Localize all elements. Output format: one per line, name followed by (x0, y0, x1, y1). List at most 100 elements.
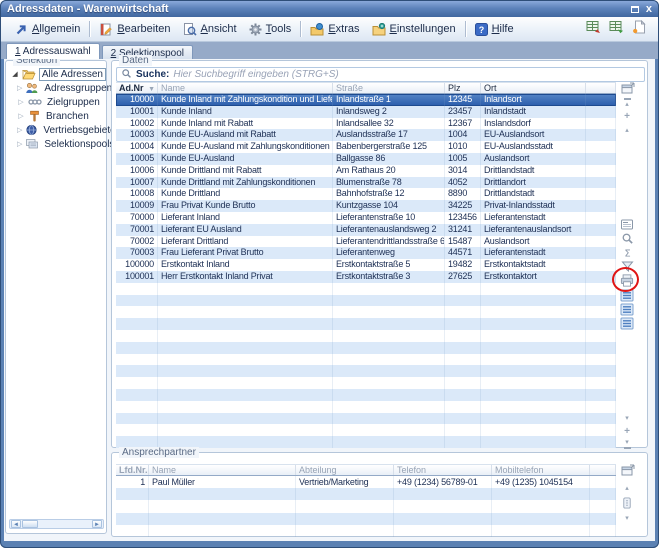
list-view-button-3[interactable] (619, 316, 635, 330)
menu-item-bearbeiten[interactable]: Bearbeiten (93, 21, 176, 38)
expand-icon[interactable]: ▷ (17, 140, 22, 148)
contact-row[interactable]: 1Paul MüllerVertrieb/Marketing+49 (1234)… (116, 476, 616, 488)
address-row[interactable]: 70001Lieferant EU AuslandLieferantenausl… (116, 224, 616, 236)
new-document-button[interactable] (632, 20, 646, 39)
scroll-left-button[interactable]: ◄ (11, 520, 21, 528)
menu-item-tools[interactable]: Tools (243, 21, 298, 38)
add-row-button[interactable]: + (619, 109, 635, 123)
scroll-down-button[interactable]: ▾ (619, 411, 635, 425)
list-view-button-2[interactable] (619, 302, 635, 316)
address-row[interactable] (116, 342, 616, 354)
detail-card-button[interactable] (619, 217, 635, 231)
address-row[interactable] (116, 330, 616, 342)
column-chooser-button[interactable] (620, 464, 635, 476)
ansprechpartner-panel: Ansprechpartner Lfd.Nr.NameAbteilungTele… (111, 452, 648, 537)
address-row[interactable] (116, 306, 616, 318)
menu-item-hilfe[interactable]: ?Hilfe (469, 21, 520, 38)
search-button[interactable] (619, 231, 635, 245)
column-header-strae[interactable]: Straße (333, 83, 445, 93)
scroll-down-button[interactable]: ▾ (619, 511, 635, 525)
scrollbar-thumb-icon[interactable] (619, 496, 635, 510)
close-button[interactable]: x (646, 4, 652, 14)
tree-item-selektionspools[interactable]: ▷Selektionspools (6, 137, 106, 151)
expand-icon[interactable]: ◢ (11, 70, 19, 78)
expand-icon[interactable]: ▷ (17, 98, 25, 106)
contact-row[interactable] (116, 500, 616, 512)
menu-separator (465, 21, 466, 37)
address-row[interactable]: 10007Kunde Drittland mit Zahlungskonditi… (116, 177, 616, 189)
tab-strip: 1 Adressauswahl 2 Selektionspool (1, 42, 658, 59)
address-row[interactable] (116, 424, 616, 436)
search-input[interactable] (173, 69, 640, 80)
menu-item-ansicht[interactable]: Ansicht (177, 21, 243, 38)
table-cell: Drittlandstadt (481, 165, 586, 177)
tree-item-branchen[interactable]: ▷Branchen (6, 109, 106, 123)
expand-icon[interactable]: ▷ (17, 112, 25, 120)
menu-item-allgemein[interactable]: Allgemein (9, 21, 86, 38)
column-chooser-button[interactable] (620, 82, 635, 94)
column-header-name[interactable]: Name (149, 465, 296, 475)
address-row[interactable] (116, 389, 616, 401)
tab-adressauswahl[interactable]: 1 Adressauswahl (6, 43, 100, 59)
address-row[interactable]: 10009Frau Privat Kunde BruttoKuntzgasse … (116, 200, 616, 212)
scroll-up-button[interactable]: ▴ (619, 481, 635, 495)
tree-item-adressgruppen[interactable]: ▷Adressgruppen (6, 81, 106, 95)
column-header-adnr[interactable]: Ad.Nr▼ (116, 83, 158, 93)
address-row[interactable]: 100000Erstkontakt InlandErstkontaktstraß… (116, 259, 616, 271)
sum-button[interactable]: Σ (619, 245, 635, 259)
restore-button[interactable] (631, 0, 639, 18)
address-row[interactable]: 10006Kunde Drittland mit RabattAm Rathau… (116, 165, 616, 177)
menu-item-extras[interactable]: Extras (304, 21, 365, 38)
column-header-telefon[interactable]: Telefon (394, 465, 492, 475)
contact-row[interactable] (116, 488, 616, 500)
address-row[interactable]: 10005Kunde EU-AuslandBallgasse 861005Aus… (116, 153, 616, 165)
import-table-button[interactable] (609, 20, 624, 39)
expand-icon[interactable]: ▷ (17, 126, 22, 134)
scroll-to-bottom-button[interactable]: ▾ (619, 437, 635, 451)
address-row[interactable]: 70003Frau Lieferant Privat BruttoLiefera… (116, 247, 616, 259)
scroll-right-button[interactable]: ► (92, 520, 102, 528)
tree-item-zielgruppen[interactable]: ▷Zielgruppen (6, 95, 106, 109)
tree-item-alle-adressen[interactable]: ◢ Alle Adressen (6, 67, 106, 81)
column-header-empty[interactable] (590, 465, 616, 475)
table-cell (116, 488, 149, 500)
address-row[interactable] (116, 401, 616, 413)
title-bar: Adressdaten - Warenwirtschaft x (1, 1, 658, 17)
column-header-mobiltelefon[interactable]: Mobiltelefon (492, 465, 590, 475)
scroll-up-button[interactable]: ▴ (619, 123, 635, 137)
table-cell (116, 401, 158, 413)
tree-item-vertriebsgebiete[interactable]: ▷Vertriebsgebiete (6, 123, 106, 137)
address-row[interactable] (116, 377, 616, 389)
export-table-button[interactable] (586, 20, 601, 39)
address-row[interactable]: 10003Kunde EU-Ausland mit RabattAuslands… (116, 129, 616, 141)
add-row-button-bottom[interactable]: + (619, 424, 635, 438)
column-header-empty[interactable] (586, 83, 616, 93)
scrollbar-thumb[interactable] (22, 520, 38, 528)
tree-item-label: Adressgruppen (42, 83, 114, 94)
column-header-lfdnr[interactable]: Lfd.Nr. (116, 465, 149, 475)
address-row[interactable] (116, 295, 616, 307)
address-row[interactable] (116, 283, 616, 295)
column-header-abteilung[interactable]: Abteilung (296, 465, 394, 475)
column-header-ort[interactable]: Ort (481, 83, 586, 93)
column-header-plz[interactable]: Plz (445, 83, 481, 93)
scroll-to-top-button[interactable]: ▴ (619, 95, 635, 109)
address-row[interactable]: 70000Lieferant InlandLieferantenstraße 1… (116, 212, 616, 224)
address-row[interactable] (116, 365, 616, 377)
address-row[interactable]: 10002Kunde Inland mit RabattInlandsallee… (116, 118, 616, 130)
address-row[interactable] (116, 318, 616, 330)
address-row[interactable]: 100001Herr Erstkontakt Inland PrivatErst… (116, 271, 616, 283)
column-header-name[interactable]: Name (158, 83, 333, 93)
address-row[interactable]: 70002Lieferant DrittlandLieferantendritt… (116, 236, 616, 248)
contact-row[interactable] (116, 513, 616, 525)
address-row[interactable] (116, 413, 616, 425)
address-row[interactable]: 10000Kunde Inland mit Zahlungskondition … (116, 94, 616, 106)
address-row[interactable]: 10008Kunde DrittlandBahnhofstraße 128890… (116, 188, 616, 200)
menu-item-einstellungen[interactable]: Einstellungen (366, 21, 462, 38)
horizontal-scrollbar[interactable]: ◄ ► (9, 519, 104, 529)
address-row[interactable]: 10004Kunde EU-Ausland mit Zahlungskondit… (116, 141, 616, 153)
expand-icon[interactable]: ▷ (17, 84, 22, 92)
address-row[interactable] (116, 354, 616, 366)
contact-row[interactable] (116, 525, 616, 537)
address-row[interactable]: 10001Kunde InlandInlandsweg 223457Inland… (116, 106, 616, 118)
